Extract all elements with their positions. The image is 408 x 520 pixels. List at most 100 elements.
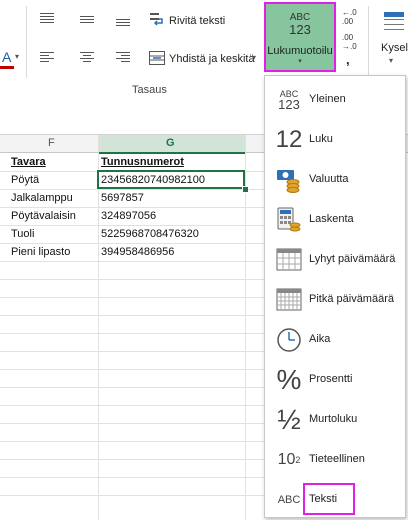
gridline: [0, 477, 264, 478]
gridline: [0, 333, 264, 334]
table-cell[interactable]: 394958486956: [101, 246, 174, 258]
menu-item-short-date[interactable]: Lyhyt päivämäärä: [265, 240, 405, 280]
comma-style-button[interactable]: ,: [346, 52, 350, 67]
gridline: [0, 189, 264, 190]
merge-center-button[interactable]: Yhdistä ja keskitä: [169, 53, 255, 65]
menu-item-accounting[interactable]: Laskenta: [265, 200, 405, 240]
menu-item-label: Pitkä päivämäärä: [309, 293, 394, 305]
align-right-icon[interactable]: [116, 52, 130, 64]
column-header-g[interactable]: G: [166, 137, 175, 149]
12-glyph: 12: [275, 126, 303, 153]
gridline: [0, 441, 264, 442]
menu-item-label: Prosentti: [309, 373, 353, 385]
chevron-down-icon: ▾: [298, 58, 302, 65]
queries-button[interactable]: Kysel: [381, 42, 408, 54]
table-cell[interactable]: 324897056: [101, 210, 156, 222]
gridline: [0, 459, 264, 460]
menu-item-number[interactable]: 12 Luku: [265, 120, 405, 160]
font-color-bar: [0, 66, 14, 69]
number-format-dropdown: ABC 123 Yleinen 12 Luku Valuutta Laskent…: [264, 75, 406, 518]
gridline: [98, 135, 99, 520]
gridline: [0, 423, 264, 424]
menu-item-time[interactable]: Aika: [265, 320, 405, 360]
exponent-glyph: 2: [295, 455, 301, 465]
gridline: [0, 225, 264, 226]
alignment-group-label: Tasaus: [132, 84, 167, 96]
gridline: [0, 279, 264, 280]
menu-item-label: Yleinen: [309, 93, 346, 105]
menu-item-scientific[interactable]: 10 2 Tieteellinen: [265, 440, 405, 480]
increase-decimal-bottom: .00: [342, 17, 354, 26]
align-left-icon[interactable]: [40, 52, 54, 64]
menu-item-label: Teksti: [309, 493, 338, 505]
gridline: [0, 297, 264, 298]
table-header-cell[interactable]: Tavara: [11, 156, 46, 168]
menu-item-label: Aika: [309, 333, 331, 345]
menu-item-label: Murtoluku: [309, 413, 358, 425]
table-header-cell[interactable]: Tunnusnumerot: [101, 156, 184, 168]
wrap-text-button[interactable]: Rivitä teksti: [169, 15, 225, 27]
percent-glyph: %: [276, 364, 302, 395]
calendar-icon: [275, 286, 303, 314]
gridline: [0, 261, 264, 262]
column-header-f[interactable]: F: [48, 137, 55, 149]
table-cell[interactable]: Pieni lipasto: [11, 246, 70, 258]
menu-item-label: Valuutta: [309, 173, 349, 185]
menu-item-fraction[interactable]: ½ Murtoluku: [265, 400, 405, 440]
table-cell[interactable]: Tuoli: [11, 228, 34, 240]
menu-item-currency[interactable]: Valuutta: [265, 160, 405, 200]
merge-center-icon[interactable]: [149, 51, 165, 65]
menu-item-percentage[interactable]: % Prosentti: [265, 360, 405, 400]
table-cell[interactable]: Jalkalamppu: [11, 192, 73, 204]
number-format-label: Lukumuotoilu: [267, 45, 333, 57]
fraction-glyph: ½: [277, 404, 301, 435]
decrease-decimal-top: .00: [342, 33, 354, 42]
menu-item-long-date[interactable]: Pitkä päivämäärä: [265, 280, 405, 320]
wrap-text-icon[interactable]: [149, 12, 165, 26]
gridline: [0, 369, 264, 370]
group-divider: [26, 6, 27, 78]
number-format-button[interactable]: ABC 123 Lukumuotoilu ▾: [264, 2, 336, 72]
decrease-decimal-button[interactable]: .00 →.0: [342, 33, 358, 51]
menu-item-general[interactable]: ABC 123 Yleinen: [265, 80, 405, 120]
text-abc-icon: ABC: [275, 486, 303, 514]
gridline: [0, 207, 264, 208]
table-icon[interactable]: [384, 12, 406, 34]
fill-handle[interactable]: [242, 186, 249, 193]
calculator-icon: [275, 206, 303, 234]
gridline: [0, 243, 264, 244]
align-middle-icon[interactable]: [80, 16, 94, 25]
font-color-partial[interactable]: A: [2, 49, 11, 65]
table-cell[interactable]: Pöytä: [11, 174, 39, 186]
menu-item-text[interactable]: ABC Teksti: [265, 480, 405, 520]
table-cell[interactable]: Pöytävalaisin: [11, 210, 76, 222]
align-top-icon[interactable]: [40, 13, 54, 25]
chevron-down-icon[interactable]: ▾: [15, 52, 19, 61]
table-cell[interactable]: 23456820740982100: [101, 174, 205, 186]
calendar-icon: [275, 246, 303, 274]
gridline: [0, 405, 264, 406]
align-bottom-icon[interactable]: [116, 19, 130, 28]
table-cell[interactable]: 5697857: [101, 192, 144, 204]
menu-item-label: Lyhyt päivämäärä: [309, 253, 396, 265]
increase-decimal-button[interactable]: ←.0 .00: [342, 8, 358, 26]
align-center-icon[interactable]: [80, 52, 94, 64]
gridline: [0, 387, 264, 388]
abc-glyph: ABC: [277, 494, 301, 506]
group-divider: [368, 6, 369, 78]
chevron-down-icon[interactable]: ▾: [389, 56, 393, 65]
scientific-icon: 10 2: [275, 446, 303, 474]
number-format-icon-bottom: 123: [289, 22, 311, 37]
ten-glyph: 10: [277, 451, 296, 468]
chevron-down-icon[interactable]: ▾: [252, 53, 256, 62]
123-glyph: 123: [278, 97, 300, 112]
percent-icon: %: [275, 364, 303, 395]
gridline: [0, 495, 264, 496]
clock-icon: [275, 326, 303, 354]
abc-123-icon: ABC 123: [275, 86, 303, 114]
menu-item-label: Luku: [309, 133, 333, 145]
table-cell[interactable]: 5225968708476320: [101, 228, 199, 240]
menu-item-label: Laskenta: [309, 213, 354, 225]
increase-decimal-top: ←.0: [342, 8, 357, 17]
decrease-decimal-bottom: →.0: [342, 42, 357, 51]
